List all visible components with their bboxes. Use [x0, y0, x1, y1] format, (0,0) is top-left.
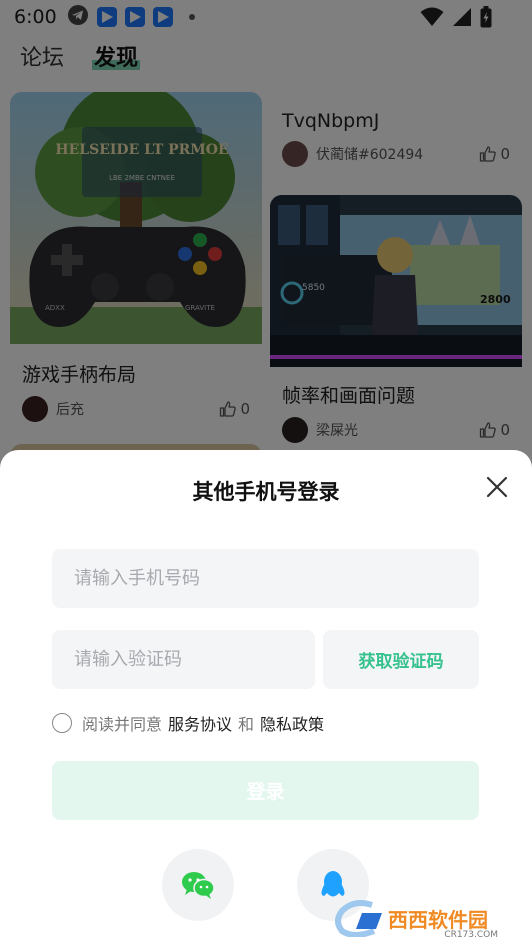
get-code-button[interactable]: 获取验证码: [323, 630, 479, 689]
watermark-logo-icon: [335, 900, 382, 937]
phone-input[interactable]: [52, 549, 479, 608]
verification-code-input[interactable]: [52, 630, 315, 689]
wechat-icon: [182, 872, 215, 899]
and-text: 和: [238, 715, 255, 734]
close-button[interactable]: [484, 474, 510, 500]
agree-checkbox[interactable]: [52, 713, 72, 733]
agree-prefix: 阅读并同意: [82, 715, 163, 734]
watermark-text: 西西软件园: [388, 907, 488, 932]
watermark-sub: CR173.COM: [444, 930, 498, 940]
privacy-policy-link[interactable]: 隐私政策: [260, 711, 324, 735]
sheet-title: 其他手机号登录: [192, 480, 340, 504]
login-sheet: 其他手机号登录 获取验证码 阅读并同意 服务协议 和 隐私政策 登录: [0, 450, 532, 948]
service-agreement-link[interactable]: 服务协议: [168, 711, 232, 735]
close-icon: [486, 476, 508, 498]
watermark: 西西软件园 CR173.COM: [332, 896, 518, 940]
agreement-row: 阅读并同意 服务协议 和 隐私政策: [52, 711, 330, 735]
wechat-login-button[interactable]: [162, 849, 234, 921]
login-button[interactable]: 登录: [52, 761, 479, 820]
